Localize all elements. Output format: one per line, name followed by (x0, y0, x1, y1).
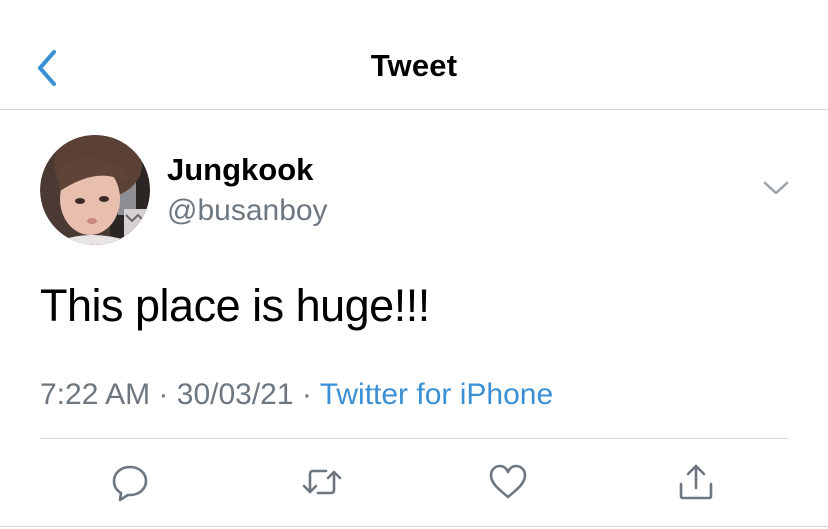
meta-separator: · (158, 378, 169, 411)
avatar-image (40, 135, 150, 245)
meta-separator: · (301, 378, 312, 411)
divider (0, 526, 828, 527)
tweet-detail-screen: Tweet Jungkook @busanboy This place is h… (0, 0, 828, 529)
tweet-date: 30/03/21 (176, 378, 294, 411)
tweet-time: 7:22 AM (40, 378, 151, 411)
share-icon (679, 464, 713, 500)
tweet-text: This place is huge!!! (40, 280, 430, 331)
author-display-name[interactable]: Jungkook (167, 152, 313, 188)
heart-icon (489, 464, 527, 499)
retweet-button[interactable] (300, 462, 342, 502)
tweet-meta: 7:22 AM · 30/03/21 · Twitter for iPhone (40, 378, 553, 412)
share-button[interactable] (676, 462, 716, 502)
author-handle[interactable]: @busanboy (167, 194, 328, 228)
page-title: Tweet (370, 48, 458, 83)
navigation-header: Tweet (0, 0, 828, 110)
reply-button[interactable] (110, 462, 150, 502)
comment-icon (112, 465, 148, 502)
tweet-source-link[interactable]: Twitter for iPhone (320, 378, 553, 411)
avatar[interactable] (40, 135, 150, 245)
chevron-down-icon (763, 181, 789, 195)
divider (40, 438, 788, 439)
retweet-icon (302, 469, 342, 495)
more-options-button[interactable] (760, 176, 792, 200)
like-button[interactable] (488, 462, 528, 502)
